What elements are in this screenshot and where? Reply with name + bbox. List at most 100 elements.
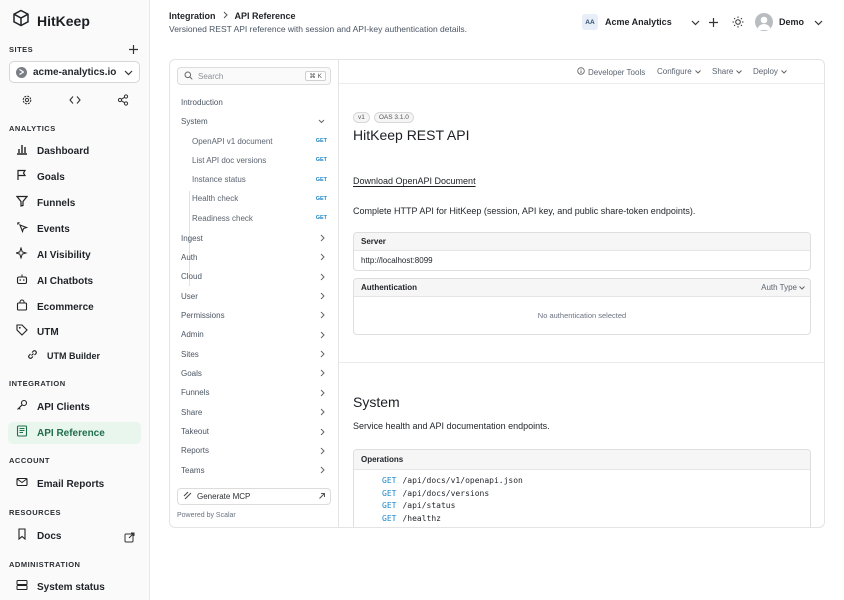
nav-email-reports[interactable]: Email Reports (8, 473, 141, 495)
ref-introduction[interactable]: Introduction (181, 94, 328, 110)
api-description: Complete HTTP API for HitKeep (session, … (353, 206, 696, 216)
nav-dashboard-label: Dashboard (37, 145, 90, 157)
configure-button[interactable]: Configure (657, 67, 701, 76)
nav-ai-chatbots[interactable]: AI Chatbots (8, 270, 141, 292)
breadcrumb-integration[interactable]: Integration (169, 11, 216, 21)
chevron-right-icon (320, 369, 325, 379)
add-site-icon[interactable] (126, 42, 140, 56)
ref-introduction-label: Introduction (181, 97, 223, 107)
user-menu[interactable]: Demo (755, 13, 823, 31)
download-openapi-link[interactable]: Download OpenAPI Document (353, 176, 476, 186)
nav-funnels-label: Funnels (37, 197, 76, 209)
server-url[interactable]: http://localhost:8099 (354, 251, 810, 270)
ref-group-item[interactable]: Cloud (181, 269, 328, 285)
auth-type-dropdown[interactable]: Auth Type (761, 283, 805, 292)
code-icon[interactable] (68, 93, 82, 107)
deploy-button[interactable]: Deploy (753, 67, 787, 76)
ref-group-item[interactable]: Reports (181, 443, 328, 459)
nav-system-status[interactable]: System status (8, 576, 141, 598)
nav-docs[interactable]: Docs (8, 525, 141, 547)
ref-group-label: Teams (181, 465, 205, 475)
chevron-right-icon (320, 292, 325, 302)
info-circle-icon (577, 67, 585, 77)
org-name: Acme Analytics (605, 17, 672, 27)
gear-icon[interactable] (20, 93, 34, 107)
sun-icon[interactable] (731, 15, 745, 29)
site-favicon-icon (16, 66, 27, 78)
endpoint-label: Health check (192, 194, 239, 204)
nav-api-clients[interactable]: API Clients (8, 396, 141, 418)
plus-icon[interactable] (706, 15, 720, 29)
operation-row[interactable]: GET/api/docs/versions (354, 489, 810, 502)
robot-icon (16, 272, 28, 290)
funnel-icon (15, 194, 29, 212)
operation-method: GET (382, 514, 397, 524)
chevron-right-icon (320, 447, 325, 457)
authentication-header: Authentication Auth Type (354, 279, 810, 297)
pointer-click-icon (16, 220, 29, 238)
ref-group-item[interactable]: User (181, 288, 328, 304)
nav-goals[interactable]: Goals (8, 166, 141, 188)
nav-dashboard[interactable]: Dashboard (8, 140, 141, 162)
page-subtitle: Versioned REST API reference with sessio… (169, 24, 467, 34)
chevron-right-icon (320, 389, 325, 399)
developer-tools-button[interactable]: Developer Tools (577, 67, 645, 77)
nav-api-reference-label: API Reference (37, 427, 105, 439)
operation-path: /healthz (402, 514, 441, 524)
nav-ecommerce-label: Ecommerce (37, 301, 94, 313)
nav-events[interactable]: Events (8, 218, 141, 240)
server-label-text: Server (361, 237, 386, 246)
key-icon (16, 398, 28, 416)
ref-group-item[interactable]: Permissions (181, 307, 328, 323)
endpoint-item[interactable]: Health check GET (192, 191, 328, 207)
http-method-badge: GET (315, 157, 327, 164)
ref-group-item[interactable]: Sites (181, 346, 328, 362)
endpoint-item[interactable]: Readiness check GET (192, 210, 328, 226)
auth-empty-state: No authentication selected (354, 297, 810, 334)
docs-toolbar: Developer Tools Configure Share Deploy (339, 60, 824, 84)
http-method-badge: GET (315, 195, 327, 202)
ref-group-item[interactable]: Takeout (181, 424, 328, 440)
site-selector[interactable]: acme-analytics.io (9, 61, 140, 83)
nav-ai-visibility[interactable]: AI Visibility (8, 244, 141, 266)
nav-utm[interactable]: UTM (8, 321, 141, 343)
docs-search-input[interactable]: Search ⌘ K (177, 67, 331, 85)
generate-mcp-button[interactable]: Generate MCP (177, 488, 331, 505)
brand[interactable]: HitKeep (12, 9, 90, 32)
operation-row[interactable]: GET/api/status (354, 501, 810, 514)
operation-path: /api/docs/versions (402, 488, 490, 498)
ref-system[interactable]: System (181, 113, 328, 129)
link-icon (27, 347, 38, 365)
operation-row[interactable]: GET/api/docs/v1/openapi.json (354, 476, 810, 489)
ref-group-item[interactable]: Funnels (181, 385, 328, 401)
org-switcher[interactable]: AA Acme Analytics (582, 13, 700, 31)
sparkles-icon (14, 246, 28, 264)
endpoint-label: OpenAPI v1 document (192, 136, 273, 146)
ref-group-item[interactable]: Auth (181, 249, 328, 265)
ref-group-item[interactable]: Share (181, 404, 328, 420)
integration-section-label: INTEGRATION (9, 379, 66, 388)
bookmark-icon (16, 527, 28, 545)
ref-group-item[interactable]: Goals (181, 365, 328, 381)
endpoint-item[interactable]: List API doc versions GET (192, 152, 328, 168)
nav-funnels[interactable]: Funnels (8, 192, 141, 214)
chevron-right-icon (320, 408, 325, 418)
nav-ecommerce[interactable]: Ecommerce (8, 296, 141, 318)
share-nodes-icon[interactable] (116, 93, 130, 107)
http-method-badge: GET (315, 138, 327, 144)
ref-group-label: Permissions (181, 310, 225, 320)
nav-api-reference[interactable]: API Reference (8, 422, 141, 444)
site-tools (20, 93, 130, 107)
endpoint-item[interactable]: OpenAPI v1 document GET (192, 133, 328, 149)
operation-path: /api/status (402, 501, 456, 511)
ref-group-item[interactable]: Teams (181, 462, 328, 478)
operation-row[interactable]: GET/healthz (354, 514, 810, 527)
endpoint-item[interactable]: Instance status GET (192, 172, 328, 188)
resources-section-label: RESOURCES (9, 508, 62, 517)
ref-group-item[interactable]: Ingest (181, 230, 328, 246)
api-docs-panel: Search ⌘ K Introduction System OpenAPI v… (169, 59, 825, 528)
ref-group-item[interactable]: Admin (181, 327, 328, 343)
nav-utm-builder[interactable]: UTM Builder (20, 345, 140, 367)
chevron-down-icon (691, 13, 700, 31)
share-button[interactable]: Share (712, 67, 743, 76)
